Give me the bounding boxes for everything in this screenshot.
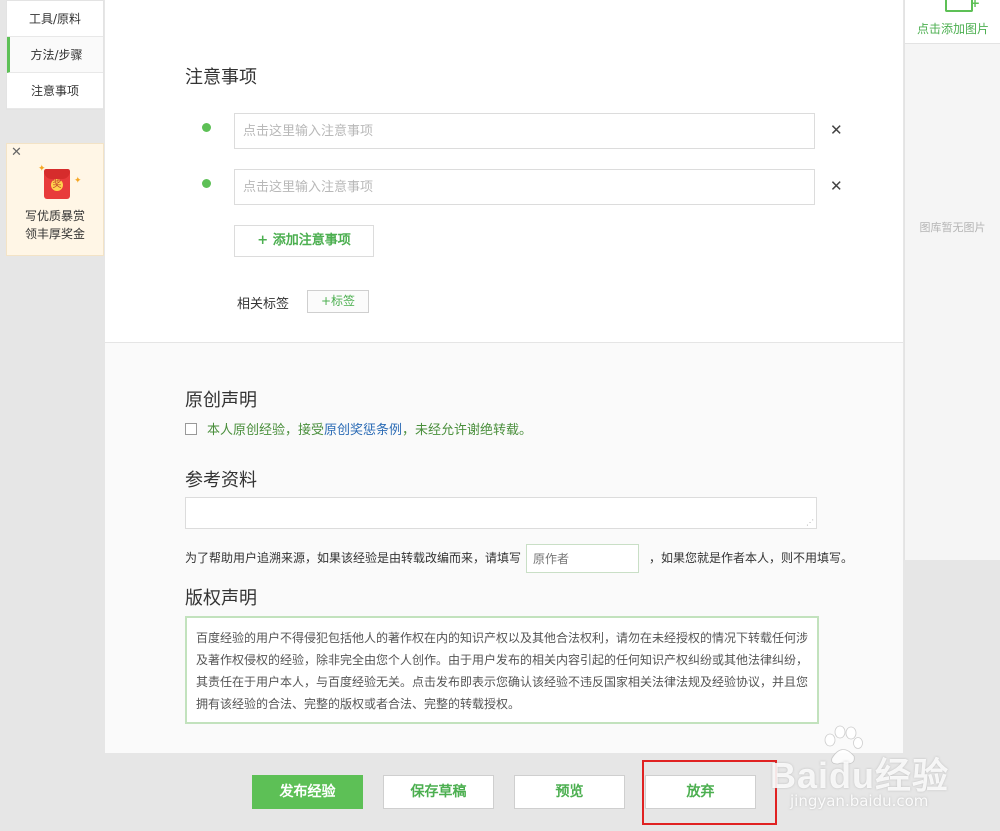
red-envelope-icon: 奖 [44,169,70,199]
close-icon[interactable]: ✕ [11,146,22,160]
original-text-before: 本人原创经验，接受 [207,423,325,438]
discard-highlight-box [642,760,777,825]
reference-hint: 为了帮助用户追溯来源，如果该经验是由转载改编而来，请填写 [185,551,522,565]
tags-label: 相关标签 [237,297,290,312]
reward-badge: 奖 [51,179,63,191]
bullet-dot-icon [202,179,211,188]
watermark-url: jingyan.baidu.com [790,792,929,810]
bullet-dot-icon [202,123,211,132]
original-text-after: ，未经允许谢绝转载。 [402,423,533,438]
add-tip-button[interactable]: + 添加注意事项 [234,225,374,257]
original-section-title: 原创声明 [185,390,257,411]
reference-section-title: 参考资料 [185,470,257,491]
reference-hint-after: ，如果您就是作者本人，则不用填写。 [649,551,854,565]
nav-item-tools[interactable]: 工具/原料 [7,1,103,37]
copyright-notice: 百度经验的用户不得侵犯包括他人的著作权在内的知识产权以及其他合法权利，请勿在未经… [185,616,819,724]
resize-grip-icon[interactable]: ⋰ [806,519,814,527]
left-nav: 工具/原料 方法/步骤 注意事项 [6,0,104,110]
sparkle-icon: ✦ [74,176,82,186]
promo-line-1: 写优质暴赏 [24,209,85,223]
original-checkbox[interactable] [185,422,197,435]
add-image-label: 点击添加图片 [916,22,989,36]
reference-textarea[interactable]: ⋰ [185,497,817,529]
nav-item-tips[interactable]: 注意事项 [7,73,103,109]
publish-button[interactable]: 发布经验 [252,775,363,809]
copyright-section-title: 版权声明 [185,588,257,609]
gallery-empty-text: 图库暂无图片 [919,221,986,234]
remove-tip-2-icon[interactable]: ✕ [830,177,843,195]
original-author-input[interactable] [526,544,639,573]
reward-rules-link[interactable]: 原创奖惩条例 [324,419,402,438]
reward-promo-card[interactable]: ✕ ✦ ✦ 奖 写优质暴赏 领丰厚奖金 [6,143,104,256]
tips-section-title: 注意事项 [185,67,257,88]
remove-tip-1-icon[interactable]: ✕ [830,121,843,139]
save-draft-button[interactable]: 保存草稿 [383,775,494,809]
original-declaration: 本人原创经验，接受 原创奖惩条例 ，未经允许谢绝转载。 [185,419,532,438]
add-image-button[interactable]: + 点击添加图片 [905,0,1000,44]
promo-text: 写优质暴赏 领丰厚奖金 [7,207,103,243]
promo-line-2: 领丰厚奖金 [24,227,85,241]
editor-panel: 注意事项 ✕ ✕ + 添加注意事项 相关标签 +标签 原创声明 本人原创经验，接… [105,0,903,753]
add-image-icon: + [945,0,980,12]
preview-button[interactable]: 预览 [514,775,625,809]
tip-input-1[interactable] [234,113,815,149]
add-tag-button[interactable]: +标签 [307,290,369,313]
nav-item-steps[interactable]: 方法/步骤 [7,37,103,73]
tip-input-2[interactable] [234,169,815,205]
baidu-jingyan-watermark: Baidu经验 jingyan.baidu.com [770,722,995,812]
image-gallery: + 点击添加图片 图库暂无图片 [904,0,1000,560]
